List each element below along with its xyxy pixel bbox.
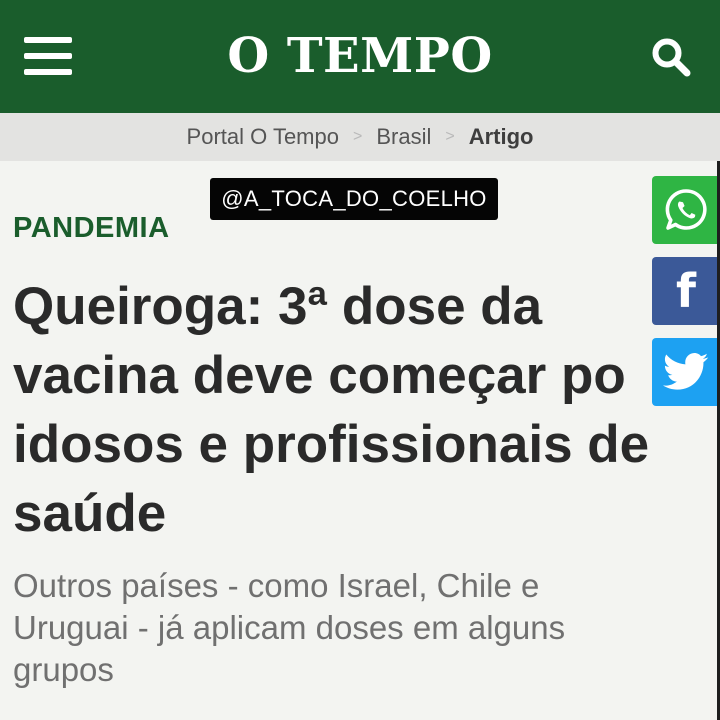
breadcrumb-item-portal[interactable]: Portal O Tempo	[187, 124, 339, 150]
breadcrumb-separator: >	[445, 128, 455, 145]
whatsapp-share-button[interactable]	[652, 176, 720, 244]
facebook-icon: f	[675, 264, 696, 318]
facebook-share-button[interactable]: f	[652, 257, 720, 325]
breadcrumb-separator: >	[352, 128, 363, 145]
whatsapp-icon	[665, 189, 707, 230]
article-category[interactable]: PANDEMIA	[13, 212, 170, 245]
top-header: O TEMPO	[0, 0, 720, 113]
twitter-share-button[interactable]	[652, 338, 720, 406]
breadcrumb-item-brasil[interactable]: Brasil	[376, 124, 431, 150]
article-subtitle: Outros países - como Israel, Chile e Uru…	[13, 567, 566, 688]
breadcrumb: Portal O Tempo > Brasil > Artigo	[0, 113, 720, 161]
article-headline: Queiroga: 3ª dose da vacina deve começar…	[13, 277, 650, 543]
watermark-label: @A_TOCA_DO_COELHO	[210, 178, 498, 220]
breadcrumb-item-artigo: Artigo	[468, 124, 534, 149]
twitter-icon	[663, 353, 709, 390]
site-logo[interactable]: O TEMPO	[0, 28, 720, 84]
search-icon[interactable]	[650, 36, 692, 78]
